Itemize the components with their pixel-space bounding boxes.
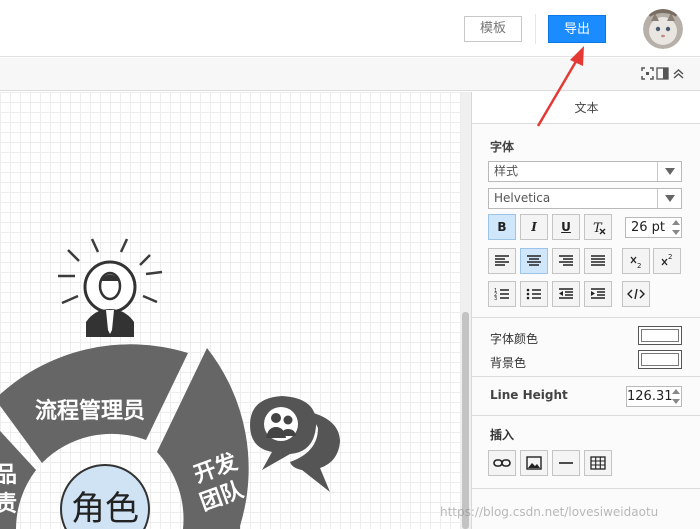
line-height-value: 126.31 bbox=[627, 389, 673, 404]
numbered-list-button[interactable]: 123 bbox=[488, 281, 516, 307]
spinner-icon[interactable] bbox=[672, 220, 680, 235]
image-icon bbox=[526, 456, 542, 470]
insert-link-button[interactable] bbox=[488, 450, 516, 476]
outdent-icon bbox=[559, 288, 573, 299]
svg-text:2: 2 bbox=[668, 253, 672, 261]
bullet-list-icon bbox=[526, 288, 541, 300]
justify-icon bbox=[591, 255, 605, 266]
font-color-swatch[interactable] bbox=[638, 326, 682, 345]
font-family-select[interactable]: Helvetica bbox=[488, 188, 682, 209]
export-button[interactable]: 导出 bbox=[548, 15, 606, 43]
background-color-swatch[interactable] bbox=[638, 350, 682, 369]
panel-divider bbox=[472, 415, 700, 416]
center-label: 角色 bbox=[71, 489, 139, 529]
subscript-button[interactable]: 2 bbox=[622, 248, 650, 274]
style-select[interactable]: 样式 bbox=[488, 161, 682, 182]
align-right-icon bbox=[559, 255, 573, 266]
segment-top-label: 流程管理员 bbox=[35, 398, 145, 424]
superscript-button[interactable]: 2 bbox=[653, 248, 681, 274]
canvas-scrollbar[interactable] bbox=[461, 92, 471, 529]
font-section-label: 字体 bbox=[490, 140, 515, 154]
clear-format-button[interactable]: T bbox=[584, 214, 612, 240]
horizontal-rule-icon bbox=[559, 462, 573, 464]
link-icon bbox=[493, 459, 511, 467]
outdent-button[interactable] bbox=[552, 281, 580, 307]
line-height-input[interactable]: 126.31 bbox=[626, 386, 682, 407]
code-icon bbox=[627, 288, 645, 300]
subscript-icon: 2 bbox=[630, 256, 641, 270]
line-height-label: Line Height bbox=[490, 388, 568, 402]
svg-text:2: 2 bbox=[637, 262, 641, 270]
collapse-icon[interactable] bbox=[672, 67, 685, 80]
toolbar-divider bbox=[535, 14, 536, 44]
underline-button[interactable]: U bbox=[552, 214, 580, 240]
background-color-label: 背景色 bbox=[490, 356, 527, 370]
bullet-list-button[interactable] bbox=[520, 281, 548, 307]
template-button[interactable]: 模板 bbox=[464, 16, 522, 42]
panel-divider bbox=[472, 488, 700, 489]
superscript-icon: 2 bbox=[661, 253, 672, 266]
font-family-value: Helvetica bbox=[494, 191, 551, 205]
align-center-button[interactable] bbox=[520, 248, 548, 274]
insert-hr-button[interactable] bbox=[552, 450, 580, 476]
align-center-icon bbox=[527, 255, 541, 266]
style-select-value: 样式 bbox=[494, 164, 519, 178]
font-color-label: 字体颜色 bbox=[490, 332, 539, 346]
scrollbar-thumb[interactable] bbox=[462, 312, 469, 529]
insert-image-button[interactable] bbox=[520, 450, 548, 476]
align-left-icon bbox=[495, 255, 509, 266]
secondary-toolbar bbox=[0, 58, 700, 91]
segment-left-label-1: 品 bbox=[0, 462, 17, 488]
html-source-button[interactable] bbox=[622, 281, 650, 307]
bold-button[interactable]: B bbox=[488, 214, 516, 240]
svg-text:T: T bbox=[593, 221, 603, 236]
numbered-list-icon: 123 bbox=[494, 288, 509, 302]
team-bubble-icon[interactable] bbox=[250, 396, 340, 492]
font-size-input[interactable]: 26 pt bbox=[625, 217, 682, 238]
panel-divider bbox=[472, 376, 700, 377]
chevron-down-icon bbox=[657, 189, 681, 208]
table-icon bbox=[590, 456, 606, 470]
indent-button[interactable] bbox=[584, 281, 612, 307]
panel-divider bbox=[472, 317, 700, 318]
svg-text:3: 3 bbox=[494, 296, 497, 302]
spinner-icon[interactable] bbox=[672, 389, 680, 404]
font-size-value: 26 pt bbox=[630, 220, 665, 235]
insert-section-label: 插入 bbox=[490, 428, 515, 442]
watermark: https://blog.csdn.net/lovesiweidaotu bbox=[440, 505, 659, 519]
segment-left-label-2: 责 bbox=[0, 491, 17, 517]
format-panel: 文本 字体 样式 Helvetica B I U T 26 pt 2 2 1 2… bbox=[471, 92, 700, 529]
insert-table-button[interactable] bbox=[584, 450, 612, 476]
avatar[interactable] bbox=[643, 9, 683, 49]
chevron-down-icon bbox=[657, 162, 681, 181]
align-left-button[interactable] bbox=[488, 248, 516, 274]
top-bar: 模板 导出 bbox=[0, 0, 700, 57]
indent-icon bbox=[591, 288, 605, 299]
manager-person-icon[interactable] bbox=[58, 238, 163, 337]
justify-button[interactable] bbox=[584, 248, 612, 274]
role-circle-diagram: 流程管理员 开发 团队 品 责 角色 bbox=[0, 344, 249, 529]
italic-button[interactable]: I bbox=[520, 214, 548, 240]
panel-tab-text[interactable]: 文本 bbox=[472, 92, 700, 124]
panel-toggle-icon[interactable] bbox=[656, 67, 669, 80]
clear-format-icon: T bbox=[593, 221, 606, 236]
align-right-button[interactable] bbox=[552, 248, 580, 274]
fullscreen-icon[interactable] bbox=[641, 67, 654, 80]
diagram-canvas[interactable]: 流程管理员 开发 团队 品 责 角色 bbox=[0, 92, 461, 529]
